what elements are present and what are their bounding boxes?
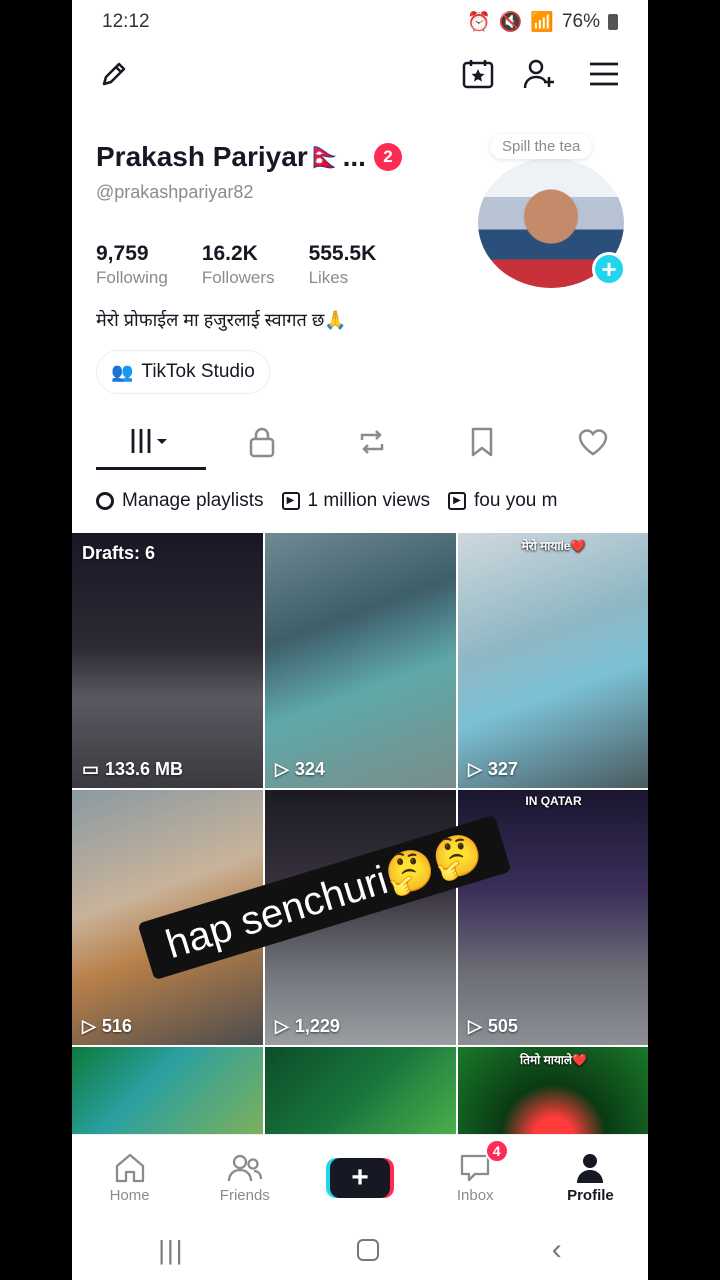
tab-saved[interactable] [427,414,537,470]
inbox-badge: 4 [484,1139,509,1163]
nav-create[interactable]: + [302,1135,417,1220]
studio-icon: 👥 [111,361,134,382]
status-bar: 12:12 ⏰ 🔇 📶 76% [72,0,648,44]
playlist-row: Manage playlists ▶ 1 million views ▶ fou… [96,484,557,518]
video-view-count: 505 [487,1016,518,1036]
video-views: ▷ 1,229 [275,1016,340,1037]
back-icon[interactable]: ‹ [552,1233,562,1267]
profile-name-text: Prakash Pariyar🇳🇵... [96,141,366,172]
profile-screen: 12:12 ⏰ 🔇 📶 76% Prakash Pariyar🇳🇵... 2 @… [72,0,648,1280]
drafts-label: Drafts: 6 [82,543,156,563]
lock-icon [249,427,274,458]
video-views: ▷ 516 [82,1016,132,1037]
spill-the-tea-bubble[interactable]: Spill the tea [490,134,593,159]
video-grid: Drafts: 6 ▭ 133.6 MB ▷ 324 मेरो मायाle❤️ ▷ 327 ▷… [72,533,648,1137]
nav-inbox[interactable]: 4 Inbox [418,1135,533,1220]
video-thumbnail[interactable]: तिमो मायाले❤️ [458,1047,648,1137]
nav-home[interactable]: Home [72,1135,187,1220]
play-icon: ▷ [468,1016,482,1036]
video-views: ▷ 327 [468,759,518,780]
tab-reposts[interactable] [317,414,427,470]
add-story-plus-icon[interactable]: + [592,252,626,286]
video-thumbnail[interactable] [265,1047,456,1137]
video-views: ▷ 324 [275,759,325,780]
battery-icon [608,14,618,30]
video-views: ▭ 133.6 MB [82,759,183,780]
video-view-count: 1,229 [294,1016,340,1036]
calendar-star-icon[interactable] [456,52,500,96]
alarm-icon: ⏰ [466,12,491,33]
video-view-count: 324 [294,759,325,779]
video-thumbnail[interactable]: Drafts: 6 ▭ 133.6 MB [72,533,263,788]
play-icon: ▷ [468,759,482,779]
edit-pencil-icon[interactable] [92,52,136,96]
video-thumbnail[interactable]: मेरो मायाle❤️ ▷ 327 [458,533,648,788]
battery-level: 76% [561,11,600,32]
bottom-nav: Home Friends + 4 Inbox Profile [72,1134,648,1220]
home-icon [115,1153,144,1182]
drafts-icon: ▭ [82,759,100,779]
video-view-count: 516 [101,1016,132,1036]
recent-apps-icon[interactable]: ||| [158,1235,184,1266]
playlist-chip[interactable]: ▶ 1 million views [281,484,430,518]
profile-name: Prakash Pariyar🇳🇵... 2 [96,140,402,173]
avatar-container[interactable]: + [478,158,626,288]
manage-playlists-button[interactable]: Manage playlists [96,484,264,518]
nav-friends[interactable]: Friends [187,1135,302,1220]
repost-icon [360,430,384,454]
profile-stats: 9,759 Following 16.2K Followers 555.5K L… [96,242,376,288]
play-icon: ▷ [275,759,289,779]
tab-videos[interactable] [96,414,207,470]
playlist-play-icon: ▶ [448,492,467,510]
video-views: ▷ 505 [468,1016,518,1037]
heart-icon [578,429,608,456]
stat-likes[interactable]: 555.5K Likes [309,242,377,288]
profile-icon [577,1153,604,1183]
mute-icon: 🔇 [498,12,523,33]
video-caption: तिमो मायाले❤️ [520,1053,587,1067]
video-caption: IN QATAR [525,794,582,808]
add-friend-icon[interactable] [518,52,562,96]
system-nav-bar: ||| ‹ [72,1220,648,1280]
play-icon: ▷ [275,1016,289,1036]
menu-icon[interactable] [582,52,626,96]
create-plus-icon[interactable]: + [330,1157,390,1198]
video-thumbnail[interactable]: ▷ 324 [265,533,456,788]
gear-icon [96,492,114,510]
videos-grid-icon [131,428,168,453]
status-time: 12:12 [102,11,150,32]
tiktok-studio-button[interactable]: 👥 TikTok Studio [96,350,270,394]
wifi-icon: 📶 [530,12,554,33]
playlist-play-icon: ▶ [281,492,300,510]
notification-badge[interactable]: 2 [373,142,402,171]
studio-label: TikTok Studio [141,361,255,382]
bookmark-icon [472,427,493,457]
friends-icon [227,1154,262,1181]
video-caption: मेरो मायाle❤️ [521,539,586,553]
play-icon: ▷ [82,1016,96,1036]
nav-profile[interactable]: Profile [533,1135,648,1220]
video-view-count: 327 [487,759,518,779]
stat-following[interactable]: 9,759 Following [96,242,168,288]
playlist-chip[interactable]: ▶ fou you m [448,484,557,518]
video-thumbnail[interactable] [72,1047,263,1137]
profile-top-bar [72,52,648,96]
content-tabs [96,414,648,470]
stat-followers[interactable]: 16.2K Followers [202,242,275,288]
profile-handle: @prakashpariyar82 [96,182,254,202]
tab-private[interactable] [206,414,316,470]
tab-liked[interactable] [538,414,648,470]
profile-bio: मेरो प्रोफाईल मा हजुरलाई स्वागत छ🙏 [96,310,347,330]
home-button-icon[interactable] [357,1239,380,1261]
video-view-count: 133.6 MB [105,759,184,779]
